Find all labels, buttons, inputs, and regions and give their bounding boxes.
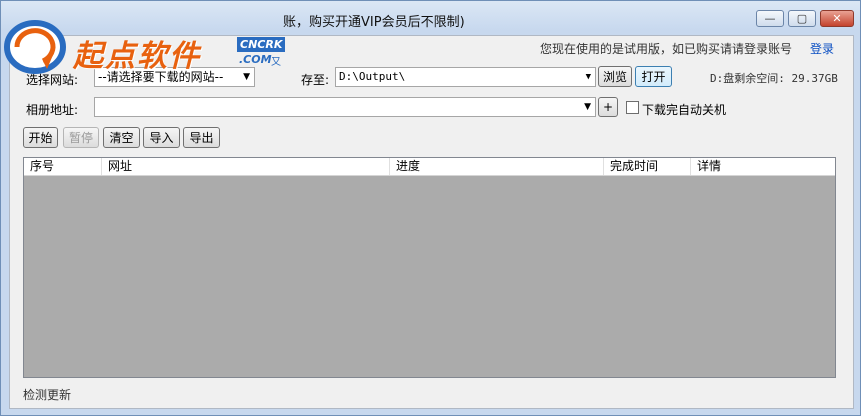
export-button-label: 导出 bbox=[189, 131, 214, 145]
column-header-progress[interactable]: 进度 bbox=[390, 158, 604, 175]
window-title: 账，购买开通VIP会员后不限制) bbox=[283, 15, 465, 30]
minimize-button[interactable]: — bbox=[756, 10, 784, 27]
browse-button-label: 浏览 bbox=[602, 70, 627, 84]
check-update-link[interactable]: 检测更新 bbox=[23, 386, 71, 403]
column-header-finish-time[interactable]: 完成时间 bbox=[604, 158, 691, 175]
maximize-button[interactable]: ▢ bbox=[788, 10, 816, 27]
list-header: 序号 网址 进度 完成时间 详情 bbox=[24, 158, 835, 176]
close-icon: ✕ bbox=[832, 12, 842, 25]
save-path-value: D:\Output\ bbox=[339, 70, 406, 83]
chevron-down-icon: ▼ bbox=[585, 72, 591, 82]
import-button-label: 导入 bbox=[149, 131, 174, 145]
disk-free-space: D:盘剩余空间: 29.37GB bbox=[710, 72, 838, 85]
browse-button[interactable]: 浏览 bbox=[598, 66, 632, 87]
open-button-label: 打开 bbox=[641, 70, 666, 84]
logo-badge-cncrk: CNCRK bbox=[237, 37, 286, 52]
import-button[interactable]: 导入 bbox=[143, 127, 180, 148]
start-button[interactable]: 开始 bbox=[23, 127, 58, 148]
column-header-url[interactable]: 网址 bbox=[102, 158, 390, 175]
main-panel: 您现在使用的是试用版，如已购买请请登录账号 登录 选择网站: --请选择要下载的… bbox=[9, 35, 854, 409]
add-url-button[interactable]: + bbox=[598, 97, 618, 117]
column-header-details[interactable]: 详情 bbox=[691, 158, 835, 175]
login-link[interactable]: 登录 bbox=[810, 40, 834, 57]
album-label: 相册地址: bbox=[26, 103, 79, 117]
album-url-input[interactable]: ▼ bbox=[94, 97, 596, 117]
start-button-label: 开始 bbox=[28, 131, 53, 145]
download-list[interactable]: 序号 网址 进度 完成时间 详情 bbox=[23, 157, 836, 378]
logo-swirl-icon bbox=[4, 20, 66, 74]
logo-text: 起点软件 bbox=[73, 39, 201, 74]
chevron-down-icon: ▼ bbox=[584, 102, 591, 112]
auto-shutdown-checkbox[interactable] bbox=[626, 101, 639, 114]
watermark-logo: 起点软件 CNCRK .COM 又 bbox=[3, 11, 293, 75]
column-header-index[interactable]: 序号 bbox=[24, 158, 102, 175]
auto-shutdown-label: 下载完自动关机 bbox=[642, 103, 727, 117]
logo-badge-com: .COM bbox=[239, 53, 272, 66]
minimize-icon: — bbox=[764, 12, 776, 25]
logo-badge-suffix: 又 bbox=[271, 57, 281, 68]
save-path-select[interactable]: D:\Output\ ▼ bbox=[335, 67, 596, 87]
plus-icon: + bbox=[602, 100, 614, 114]
clear-button-label: 清空 bbox=[109, 131, 134, 145]
app-window: 账，购买开通VIP会员后不限制) — ▢ ✕ 您现在使用的是试用版，如已购买请请… bbox=[0, 0, 861, 416]
clear-button[interactable]: 清空 bbox=[103, 127, 140, 148]
close-button[interactable]: ✕ bbox=[820, 10, 854, 27]
export-button[interactable]: 导出 bbox=[183, 127, 220, 148]
pause-button-label: 暂停 bbox=[68, 131, 93, 145]
maximize-icon: ▢ bbox=[796, 12, 808, 25]
save-to-label: 存至: bbox=[301, 73, 330, 87]
open-button[interactable]: 打开 bbox=[635, 66, 672, 87]
pause-button[interactable]: 暂停 bbox=[63, 127, 99, 148]
trial-notice: 您现在使用的是试用版，如已购买请请登录账号 bbox=[540, 42, 793, 56]
